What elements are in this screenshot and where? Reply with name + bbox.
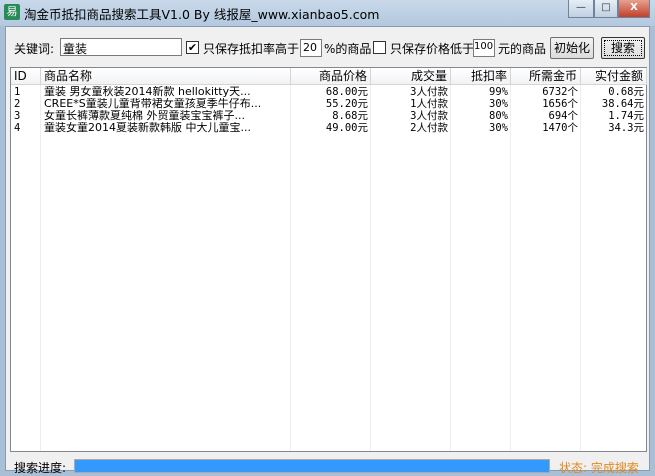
rate-filter-label: 只保存抵扣率高于 [203,42,300,56]
column-divider [450,85,451,451]
column-header-actual[interactable]: 实付金额 [581,68,647,85]
search-button[interactable]: 搜索 [601,37,645,59]
cell-name: CREE*S童装儿童背带裙女童孩夏季牛仔布... [44,98,262,110]
cell-id: 4 [14,122,21,134]
cell-price: 55.20元 [325,98,368,110]
app-icon: 易 [4,4,20,20]
price-filter-label: 只保存价格低于 [390,42,475,56]
column-divider [290,85,291,451]
cell-name: 童装女童2014夏装新款韩版 中大儿童宝... [44,122,251,134]
cell-rate: 99% [489,86,508,98]
cell-actual: 34.3元 [608,122,644,134]
price-suffix: 元的商品 [498,42,547,56]
cell-actual: 38.64元 [601,98,644,110]
cell-coins: 6732个 [542,86,578,98]
cell-rate: 30% [489,122,508,134]
cell-id: 2 [14,98,21,110]
column-header-coins[interactable]: 所需金币 [511,68,581,85]
cell-rate: 30% [489,98,508,110]
rate-suffix: %的商品 [324,42,372,56]
progress-label: 搜索进度: [14,461,67,475]
cell-name: 女童长裤薄款夏纯棉 外贸童装宝宝裤子... [44,110,245,122]
cell-actual: 1.74元 [608,110,644,122]
keyword-input[interactable]: 童装 [60,38,182,56]
column-divider [510,85,511,451]
window-title: 淘金币抵扣商品搜索工具V1.0 By 线报屋_www.xianbao5.com [24,7,380,22]
cell-coins: 694个 [548,110,578,122]
rate-filter-checkbox[interactable]: ✔ [186,41,199,54]
keyword-label: 关键词: [14,42,55,56]
column-header-id[interactable]: ID [11,68,41,85]
table-row[interactable]: 2 CREE*S童装儿童背带裙女童孩夏季牛仔布... 55.20元 1人付款 30% 16… [11,98,646,110]
status-text: 状态: 完成搜索 [559,461,639,475]
cell-id: 1 [14,86,21,98]
column-divider [370,85,371,451]
results-table[interactable]: ID 商品名称 商品价格 成交量 抵扣率 所需金币 实付金额 1 童装 男女童秋装2014新款 … [10,67,647,452]
title-bar: 易 淘金币抵扣商品搜索工具V1.0 By 线报屋_www.xianbao5.co… [0,0,655,26]
cell-price: 49.00元 [325,122,368,134]
column-header-price[interactable]: 商品价格 [291,68,371,85]
maximize-button[interactable]: □ [594,0,618,18]
cell-volume: 1人付款 [410,98,448,110]
column-divider [40,85,41,451]
cell-actual: 0.68元 [608,86,644,98]
column-divider [580,85,581,451]
table-row[interactable]: 4 童装女童2014夏装新款韩版 中大儿童宝... 49.00元 2人付款 30% 147… [11,122,646,134]
cell-price: 68.00元 [325,86,368,98]
column-header-name[interactable]: 商品名称 [41,68,291,85]
rate-input[interactable]: 20 [300,39,322,57]
cell-name: 童装 男女童秋装2014新款 hellokitty天... [44,86,251,98]
main-panel: 关键词: 童装 ✔ 只保存抵扣率高于 20 %的商品 只保存价格低于 100 元… [5,26,650,475]
column-header-volume[interactable]: 成交量 [371,68,451,85]
cell-price: 8.68元 [332,110,368,122]
cell-volume: 3人付款 [410,110,448,122]
init-button[interactable]: 初始化 [550,37,594,59]
price-filter-checkbox[interactable] [373,41,386,54]
price-input[interactable]: 100 [473,39,495,57]
cell-volume: 2人付款 [410,122,448,134]
cell-coins: 1470个 [542,122,578,134]
close-button[interactable]: X [618,0,650,18]
column-header-rate[interactable]: 抵扣率 [451,68,511,85]
minimize-button[interactable]: — [568,0,594,18]
cell-id: 3 [14,110,21,122]
table-row[interactable]: 3 女童长裤薄款夏纯棉 外贸童装宝宝裤子... 8.68元 3人付款 80% 694个 1.… [11,110,646,122]
cell-coins: 1656个 [542,98,578,110]
table-row[interactable]: 1 童装 男女童秋装2014新款 hellokitty天... 68.00元 3人付款… [11,86,646,98]
cell-rate: 80% [489,110,508,122]
cell-volume: 3人付款 [410,86,448,98]
